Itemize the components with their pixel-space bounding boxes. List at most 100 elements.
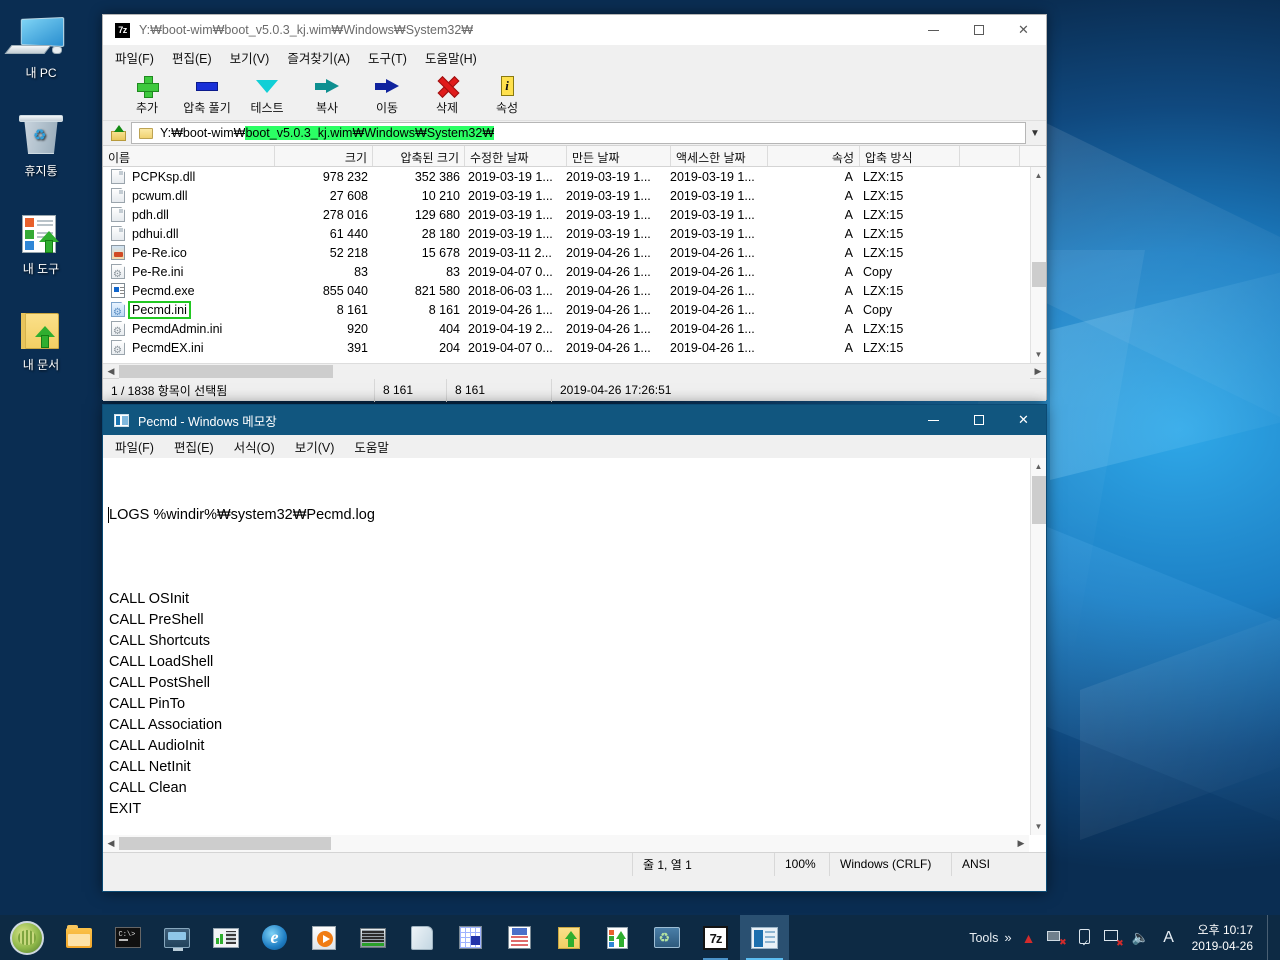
- file-row[interactable]: Pecmd.exe 855 040 821 580 2018-06-03 1... 20…: [103, 281, 1046, 300]
- column-header-packed-size[interactable]: 압축된 크기: [373, 146, 465, 166]
- taskbar-item-documents-tool[interactable]: [544, 915, 593, 960]
- menu-item-format[interactable]: 서식(O): [234, 437, 275, 456]
- desktop-icon-my-pc[interactable]: 내 PC: [2, 14, 80, 80]
- notepad-vertical-scrollbar[interactable]: ▲ ▼: [1030, 458, 1046, 835]
- hscroll-thumb[interactable]: [119, 364, 333, 378]
- network-disconnected-icon[interactable]: ✖: [1102, 926, 1124, 950]
- sevenzip-menubar[interactable]: 파일(F) 편집(E) 보기(V) 즐겨찾기(A) 도구(T) 도움말(H): [103, 45, 1046, 69]
- column-header-accessed[interactable]: 액세스한 날짜: [671, 146, 768, 166]
- toolbar-add-button[interactable]: 추가: [117, 69, 177, 120]
- sevenzip-address-bar[interactable]: Y:₩boot-wim₩ boot_v5.0.3_kj.wim₩Windows₩S…: [103, 121, 1046, 145]
- sevenzip-maximize-button[interactable]: [956, 15, 1001, 45]
- clock[interactable]: 오후 10:17 2019-04-26: [1186, 922, 1261, 954]
- taskbar-item-media-player[interactable]: [299, 915, 348, 960]
- system-tray[interactable]: Tools » ▲ ✖ ✓ ✖ 🔈 A 오후 10:17 2019-04-26: [969, 915, 1280, 960]
- usb-device-icon[interactable]: ✓: [1074, 926, 1096, 950]
- address-dropdown-chevron-icon[interactable]: ▼: [1026, 128, 1044, 139]
- menu-item-tools[interactable]: 도구(T): [368, 48, 407, 67]
- desktop-icon-my-tools[interactable]: 내 도구: [2, 210, 80, 276]
- menu-item-help[interactable]: 도움말(H): [425, 48, 477, 67]
- up-folder-button[interactable]: [105, 122, 131, 144]
- column-header-modified[interactable]: 수정한 날짜: [465, 146, 567, 166]
- menu-item-edit[interactable]: 편집(E): [172, 48, 212, 67]
- file-list-header-row[interactable]: 이름 크기 압축된 크기 수정한 날짜 만든 날짜 액세스한 날짜 속성 압축 …: [103, 145, 1046, 167]
- taskbar-item-notepad-pin[interactable]: [397, 915, 446, 960]
- file-row[interactable]: pdhui.dll 61 440 28 180 2019-03-19 1... 2019…: [103, 224, 1046, 243]
- notepad-horizontal-scrollbar[interactable]: ◀ ▶: [103, 835, 1029, 852]
- taskbar-item-notepad[interactable]: [740, 915, 789, 960]
- notepad-titlebar[interactable]: Pecmd - Windows 메모장 ✕: [103, 405, 1046, 435]
- notepad-window-controls[interactable]: ✕: [911, 405, 1046, 435]
- nvidia-icon[interactable]: ▲: [1018, 926, 1040, 950]
- file-row[interactable]: PecmdEX.ini 391 204 2019-04-07 0... 2019-04-…: [103, 338, 1046, 357]
- file-list[interactable]: PCPKsp.dll 978 232 352 386 2019-03-19 1... 2…: [103, 167, 1046, 363]
- toolbar-move-button[interactable]: 이동: [357, 69, 417, 120]
- notepad-maximize-button[interactable]: [956, 405, 1001, 435]
- file-list-vertical-scrollbar[interactable]: ▲ ▼: [1030, 167, 1046, 363]
- display-settings-icon[interactable]: ✖: [1046, 926, 1068, 950]
- file-row[interactable]: Pe-Re.ico 52 218 15 678 2019-03-11 2... 2019…: [103, 243, 1046, 262]
- toolbar-info-button[interactable]: i 속성: [477, 69, 537, 120]
- input-language-icon[interactable]: A: [1158, 926, 1180, 950]
- hscroll-thumb[interactable]: [119, 837, 331, 850]
- taskbar-item-internet-explorer[interactable]: e: [250, 915, 299, 960]
- menu-item-edit[interactable]: 편집(E): [174, 437, 214, 456]
- volume-icon[interactable]: 🔈: [1130, 926, 1152, 950]
- desktop-icon-my-documents[interactable]: 내 문서: [2, 306, 80, 372]
- file-row[interactable]: pcwum.dll 27 608 10 210 2019-03-19 1... 2019…: [103, 186, 1046, 205]
- sevenzip-window[interactable]: 7z Y:₩boot-wim₩boot_v5.0.3_kj.wim₩Window…: [102, 14, 1047, 402]
- scrollbar-thumb[interactable]: [1032, 262, 1046, 287]
- toolbar-extract-button[interactable]: 압축 풀기: [177, 69, 237, 120]
- column-header-attributes[interactable]: 속성: [768, 146, 860, 166]
- menu-item-view[interactable]: 보기(V): [230, 48, 270, 67]
- toolbar-delete-button[interactable]: 삭제: [417, 69, 477, 120]
- sevenzip-close-button[interactable]: ✕: [1001, 15, 1046, 45]
- notepad-text-content[interactable]: LOGS %windir%₩system32₩Pecmd.log CALL OS…: [103, 458, 1029, 835]
- file-list-horizontal-scrollbar[interactable]: ◀ ▶: [103, 363, 1046, 379]
- notepad-window[interactable]: Pecmd - Windows 메모장 ✕ 파일(F) 편집(E) 서식(O) …: [102, 404, 1047, 892]
- file-row[interactable]: pdh.dll 278 016 129 680 2019-03-19 1... 2019…: [103, 205, 1046, 224]
- menu-item-view[interactable]: 보기(V): [295, 437, 335, 456]
- sevenzip-window-controls[interactable]: ✕: [911, 15, 1046, 45]
- scroll-up-icon[interactable]: ▲: [1031, 167, 1046, 184]
- taskbar-item-recovery-tool[interactable]: ♻: [642, 915, 691, 960]
- notepad-minimize-button[interactable]: [911, 405, 956, 435]
- column-header-name[interactable]: 이름: [103, 146, 275, 166]
- taskbar-item-save-tool[interactable]: [495, 915, 544, 960]
- taskbar-item-system-monitor[interactable]: [201, 915, 250, 960]
- toolbar-copy-button[interactable]: 복사: [297, 69, 357, 120]
- scroll-left-icon[interactable]: ◀: [103, 364, 119, 379]
- file-row[interactable]: PecmdAdmin.ini 920 404 2019-04-19 2... 2019-…: [103, 319, 1046, 338]
- column-header-method[interactable]: 압축 방식: [860, 146, 960, 166]
- scroll-left-icon[interactable]: ◀: [103, 836, 119, 851]
- scroll-up-icon[interactable]: ▲: [1031, 458, 1046, 475]
- file-row[interactable]: Pecmd.ini 8 161 8 161 2019-04-26 1... 2019-0…: [103, 300, 1046, 319]
- hscroll-track[interactable]: [119, 836, 1013, 851]
- scrollbar-thumb[interactable]: [1032, 476, 1046, 524]
- scroll-down-icon[interactable]: ▼: [1031, 818, 1046, 835]
- address-input[interactable]: Y:₩boot-wim₩ boot_v5.0.3_kj.wim₩Windows₩S…: [131, 122, 1026, 144]
- show-desktop-button[interactable]: [1267, 915, 1274, 960]
- tray-expand-icon[interactable]: »: [1004, 930, 1011, 945]
- taskbar-item-command-prompt[interactable]: C:\>: [103, 915, 152, 960]
- scroll-down-icon[interactable]: ▼: [1031, 346, 1046, 363]
- menu-item-favorites[interactable]: 즐겨찾기(A): [287, 48, 350, 67]
- file-row[interactable]: Pe-Re.ini 83 83 2019-04-07 0... 2019-04-26 1…: [103, 262, 1046, 281]
- column-header-size[interactable]: 크기: [275, 146, 373, 166]
- menu-item-help[interactable]: 도움말: [354, 437, 389, 456]
- file-row[interactable]: PCPKsp.dll 978 232 352 386 2019-03-19 1... 2…: [103, 167, 1046, 186]
- scroll-right-icon[interactable]: ▶: [1013, 836, 1029, 851]
- sevenzip-minimize-button[interactable]: [911, 15, 956, 45]
- notepad-editor-area[interactable]: LOGS %windir%₩system32₩Pecmd.log CALL OS…: [103, 458, 1046, 852]
- taskbar-item-disk-tool[interactable]: [348, 915, 397, 960]
- taskbar-item-sevenzip[interactable]: 7z: [691, 915, 740, 960]
- taskbar[interactable]: C:\> e ♻ 7z Tools » ▲ ✖ ✓ ✖ 🔈 A 오후 10:17…: [0, 915, 1280, 960]
- taskbar-item-tools-list[interactable]: [593, 915, 642, 960]
- taskbar-item-remote-desktop[interactable]: [152, 915, 201, 960]
- desktop-icon-recycle-bin[interactable]: ♻ 휴지통: [2, 112, 80, 178]
- notepad-close-button[interactable]: ✕: [1001, 405, 1046, 435]
- scroll-right-icon[interactable]: ▶: [1030, 364, 1046, 379]
- tray-tools-label[interactable]: Tools: [969, 931, 998, 945]
- menu-item-file[interactable]: 파일(F): [115, 48, 154, 67]
- taskbar-item-file-explorer[interactable]: [54, 915, 103, 960]
